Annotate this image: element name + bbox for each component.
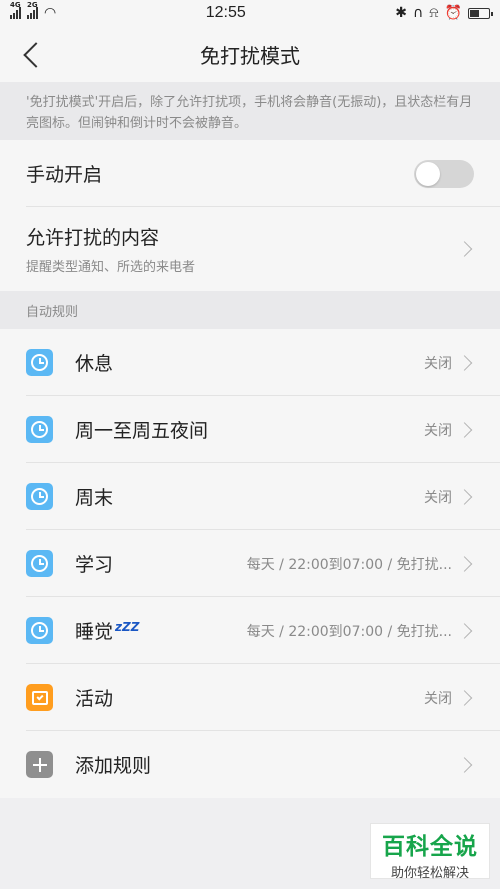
rule-status: 关闭 bbox=[424, 489, 452, 506]
watermark-subtitle: 助你轻松解决 bbox=[390, 866, 469, 881]
rules-list: 休息 关闭 周一至周五夜间 关闭 周末 关闭 学习 每天 / 22:00到07:… bbox=[0, 329, 500, 798]
signal-icon: 2G bbox=[27, 1, 38, 19]
add-rule-label: 添加规则 bbox=[75, 755, 152, 777]
rule-row-weekend[interactable]: 周末 关闭 bbox=[0, 463, 500, 530]
rule-status: 关闭 bbox=[424, 690, 452, 707]
plus-icon bbox=[26, 751, 53, 778]
rule-row-event[interactable]: 活动 关闭 bbox=[0, 664, 500, 731]
chevron-right-icon bbox=[456, 241, 473, 257]
allowed-interruptions-sub: 提醒类型通知、所选的来电者 bbox=[26, 260, 196, 275]
rule-label: 活动 bbox=[75, 688, 114, 710]
chevron-right-icon bbox=[456, 354, 473, 371]
rule-status: 每天 / 22:00到07:00 / 免打扰... bbox=[246, 623, 452, 640]
manual-enable-toggle[interactable] bbox=[414, 160, 474, 188]
settings-card: 手动开启 允许打扰的内容 提醒类型通知、所选的来电者 bbox=[0, 140, 500, 291]
rule-row-rest[interactable]: 休息 关闭 bbox=[0, 329, 500, 396]
rule-label: 周末 bbox=[75, 487, 114, 509]
manual-enable-row[interactable]: 手动开启 bbox=[0, 140, 500, 207]
chevron-right-icon bbox=[456, 756, 473, 773]
mode-description: '免打扰模式'开启后，除了允许打扰项，手机将会静音(无振动)，且状态栏有月亮图标… bbox=[0, 82, 500, 140]
watermark-logo: 百科全说 助你轻松解决 bbox=[370, 823, 490, 881]
rule-label: 休息 bbox=[75, 353, 114, 375]
back-arrow-icon[interactable] bbox=[18, 40, 48, 70]
add-rule-button[interactable]: 添加规则 bbox=[0, 731, 500, 798]
clock-icon bbox=[26, 483, 53, 510]
chevron-right-icon bbox=[456, 421, 473, 438]
clock-icon bbox=[26, 617, 53, 644]
alarm-icon: ⏰ bbox=[444, 5, 462, 21]
rule-status: 关闭 bbox=[424, 355, 452, 372]
rule-row-study[interactable]: 学习 每天 / 22:00到07:00 / 免打扰... bbox=[0, 530, 500, 597]
clock-icon bbox=[26, 349, 53, 376]
allowed-interruptions-row[interactable]: 允许打扰的内容 提醒类型通知、所选的来电者 bbox=[0, 207, 500, 291]
chevron-right-icon bbox=[456, 622, 473, 639]
chevron-right-icon bbox=[456, 555, 473, 572]
chevron-right-icon bbox=[456, 689, 473, 706]
chevron-right-icon bbox=[456, 488, 473, 505]
signal-icon: 4G bbox=[10, 1, 21, 19]
rule-status: 每天 / 22:00到07:00 / 免打扰... bbox=[246, 556, 452, 573]
rule-label: 睡觉 bbox=[75, 621, 114, 643]
bell-off-icon: ⍾ bbox=[429, 5, 439, 21]
rule-status: 关闭 bbox=[424, 422, 452, 439]
rule-label: 学习 bbox=[75, 554, 114, 576]
watermark-title: 百科全说 bbox=[382, 834, 478, 860]
status-time: 12:55 bbox=[205, 4, 246, 21]
allowed-interruptions-label: 允许打扰的内容 bbox=[26, 227, 160, 249]
rule-label: 周一至周五夜间 bbox=[75, 420, 209, 442]
wifi-icon: ◠ bbox=[44, 5, 57, 21]
clock-icon bbox=[26, 416, 53, 443]
sleep-zz-icon: zZZ bbox=[115, 619, 140, 634]
section-label-auto-rules: 自动规则 bbox=[0, 291, 500, 329]
network-type-label: 4G bbox=[10, 1, 21, 9]
clock-icon bbox=[26, 550, 53, 577]
battery-icon bbox=[468, 7, 493, 19]
calendar-icon bbox=[26, 684, 53, 711]
status-bar: 4G 2G ◠ 12:55 ✱ ∩ ⍾ ⏰ bbox=[0, 0, 500, 26]
rule-row-sleep[interactable]: 睡觉 zZZ 每天 / 22:00到07:00 / 免打扰... bbox=[0, 597, 500, 664]
network-type-label: 2G bbox=[27, 1, 38, 9]
app-header: 免打扰模式 bbox=[0, 26, 500, 82]
page-title: 免打扰模式 bbox=[200, 43, 300, 68]
bluetooth-icon: ✱ bbox=[395, 5, 408, 21]
headset-icon: ∩ bbox=[413, 5, 424, 21]
manual-enable-label: 手动开启 bbox=[26, 164, 103, 186]
rule-row-weeknight[interactable]: 周一至周五夜间 关闭 bbox=[0, 396, 500, 463]
